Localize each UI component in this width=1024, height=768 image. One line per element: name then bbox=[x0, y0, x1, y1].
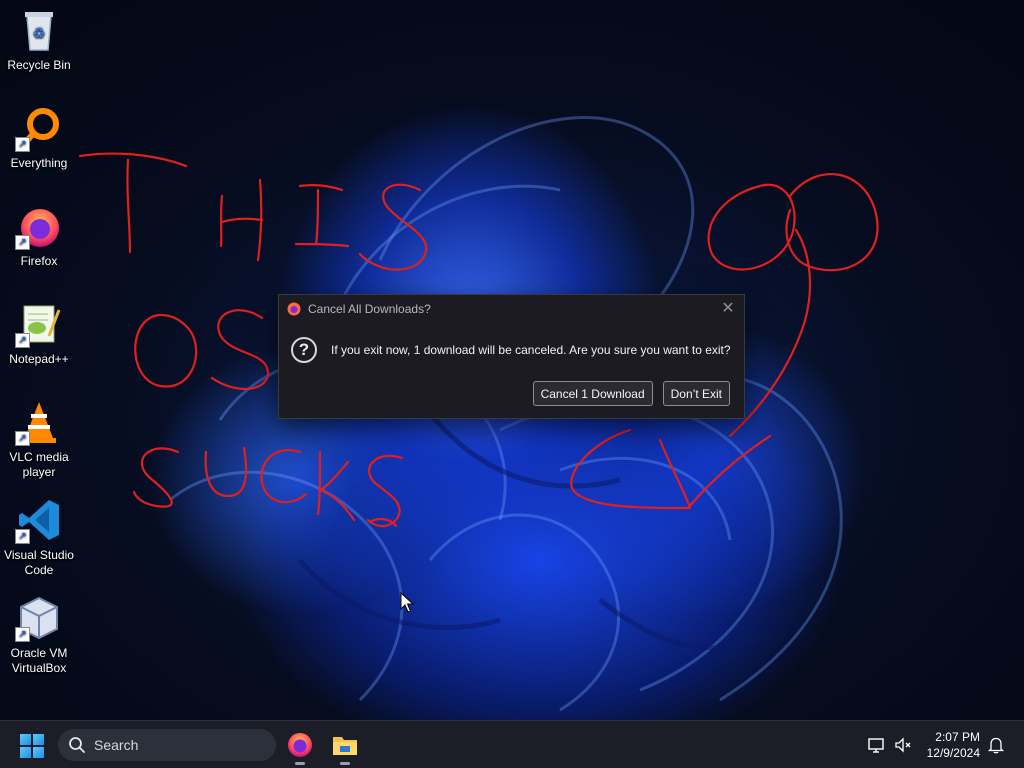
clock-time: 2:07 PM bbox=[935, 730, 980, 744]
desktop-icon-vlc[interactable]: ↗ VLC media player bbox=[2, 398, 76, 480]
desktop-icon-firefox[interactable]: ↗ Firefox bbox=[2, 202, 76, 269]
running-indicator bbox=[295, 762, 305, 765]
cancel-download-button[interactable]: Cancel 1 Download bbox=[532, 381, 653, 406]
desktop-icon-everything[interactable]: ↗ Everything bbox=[2, 104, 76, 171]
shortcut-arrow-icon: ↗ bbox=[15, 137, 30, 152]
shortcut-arrow-icon: ↗ bbox=[15, 235, 30, 250]
firefox-icon bbox=[288, 733, 312, 757]
question-icon: ? bbox=[291, 337, 317, 363]
volume-muted-icon[interactable] bbox=[894, 736, 912, 754]
search-label: Search bbox=[94, 737, 139, 753]
desktop-icon-notepad-plus-plus[interactable]: ↗ Notepad++ bbox=[2, 300, 76, 367]
network-icon[interactable] bbox=[868, 736, 886, 754]
windows-logo-pane bbox=[20, 747, 31, 758]
desktop-icon-label: Recycle Bin bbox=[7, 58, 71, 72]
recycle-bin-icon: ♻ bbox=[15, 6, 63, 54]
shortcut-arrow-icon: ↗ bbox=[15, 529, 30, 544]
everything-search-icon: ↗ bbox=[15, 104, 63, 152]
desktop-icon-label: Everything bbox=[10, 156, 68, 170]
desktop-icon-label: Notepad++ bbox=[9, 352, 69, 366]
shortcut-arrow-icon: ↗ bbox=[15, 333, 30, 348]
vscode-icon: ↗ bbox=[15, 496, 63, 544]
windows-logo-pane bbox=[20, 734, 31, 745]
desktop-icon-virtualbox[interactable]: ↗ Oracle VM VirtualBox bbox=[2, 594, 76, 676]
shortcut-arrow-icon: ↗ bbox=[15, 431, 30, 446]
dialog-title: Cancel All Downloads? bbox=[308, 302, 431, 316]
close-icon[interactable]: ✕ bbox=[720, 301, 736, 317]
cancel-downloads-dialog: Cancel All Downloads? ✕ ? If you exit no… bbox=[278, 294, 745, 419]
running-indicator bbox=[340, 762, 350, 765]
windows-logo-pane bbox=[33, 747, 44, 758]
virtualbox-icon: ↗ bbox=[15, 594, 63, 642]
mouse-cursor-icon bbox=[400, 592, 414, 613]
dialog-body: ? If you exit now, 1 download will be ca… bbox=[291, 337, 731, 363]
file-explorer-icon bbox=[333, 737, 357, 755]
clock-date: 12/9/2024 bbox=[926, 746, 980, 760]
desktop-icon-vscode[interactable]: ↗ Visual Studio Code bbox=[2, 496, 76, 578]
firefox-icon: ↗ bbox=[15, 202, 63, 250]
notepad-plus-plus-icon: ↗ bbox=[15, 300, 63, 348]
shortcut-arrow-icon: ↗ bbox=[15, 627, 30, 642]
taskbar-app-file-explorer[interactable] bbox=[327, 727, 363, 765]
desktop-icon-label: Visual Studio Code bbox=[4, 548, 74, 577]
taskbar-search-box[interactable]: Search bbox=[58, 729, 276, 761]
dialog-buttons: Cancel 1 Download Don’t Exit bbox=[532, 381, 730, 406]
desktop-icon-label: Oracle VM VirtualBox bbox=[10, 646, 68, 675]
desktop-icon-recycle-bin[interactable]: ♻ Recycle Bin bbox=[2, 6, 76, 73]
dialog-message: If you exit now, 1 download will be canc… bbox=[331, 343, 731, 357]
notifications-bell-icon[interactable] bbox=[988, 736, 1004, 754]
windows-logo-pane bbox=[33, 734, 44, 745]
search-icon bbox=[69, 737, 85, 753]
vlc-icon: ↗ bbox=[15, 398, 63, 446]
desktop-icon-label: Firefox bbox=[20, 254, 58, 268]
start-button[interactable] bbox=[20, 734, 44, 758]
system-clock[interactable]: 2:07 PM 12/9/2024 bbox=[927, 729, 980, 761]
firefox-icon bbox=[287, 302, 301, 316]
taskbar-app-firefox[interactable] bbox=[282, 727, 318, 765]
dont-exit-button[interactable]: Don’t Exit bbox=[662, 381, 730, 406]
desktop-icon-label: VLC media player bbox=[9, 450, 69, 479]
dialog-titlebar: Cancel All Downloads? bbox=[279, 295, 744, 323]
taskbar: Search 2:07 PM 12/9/2024 bbox=[0, 720, 1024, 768]
svg-text:♻: ♻ bbox=[33, 26, 46, 42]
